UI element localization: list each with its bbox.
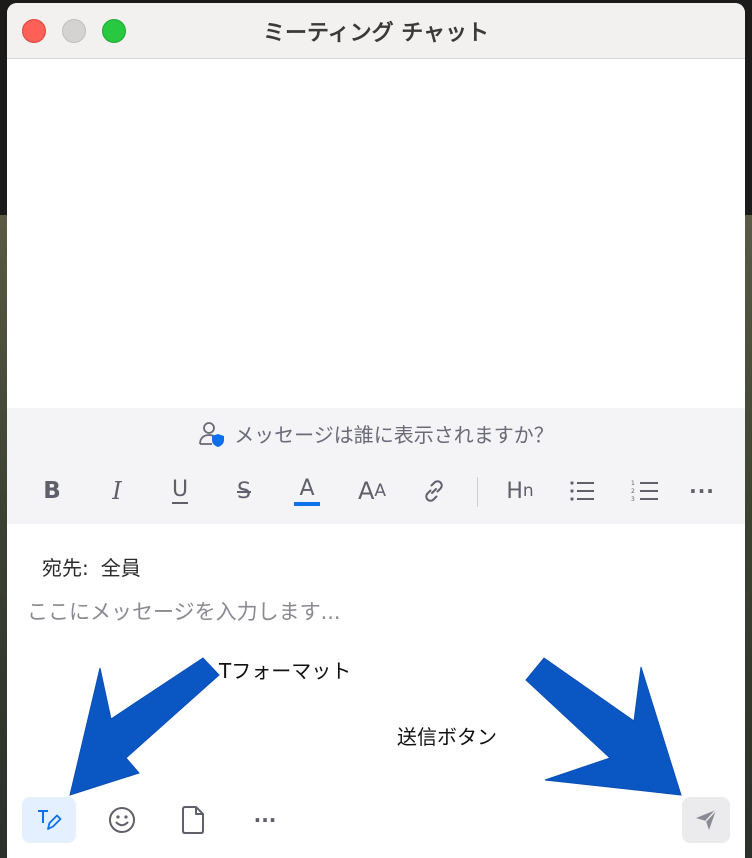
format-annotation-arrow	[69, 657, 220, 796]
strikethrough-button[interactable]: S	[227, 473, 261, 509]
underline-button[interactable]: U	[165, 473, 195, 509]
font-color-label: A	[299, 476, 315, 501]
visibility-info-text: メッセージは誰に表示されますか？	[234, 423, 554, 447]
italic-label: I	[112, 477, 122, 505]
message-input[interactable]	[27, 592, 717, 632]
format-toolbar: B I U S A AA Hn 1 2 3 ···	[7, 459, 745, 524]
more-options-button[interactable]: ···	[238, 797, 292, 843]
font-size-button[interactable]: AA	[352, 473, 392, 509]
recipient-line[interactable]: 宛先: 全員	[42, 552, 141, 581]
recipient-value: 全員	[100, 556, 141, 580]
bullet-list-button[interactable]	[567, 473, 597, 509]
person-shield-icon	[199, 421, 225, 447]
heading-main-label: H	[506, 478, 523, 504]
strikethrough-label: S	[237, 478, 251, 504]
text-format-toggle-button[interactable]	[22, 797, 76, 843]
svg-text:1: 1	[631, 480, 635, 487]
recipient-label: 宛先:	[42, 556, 89, 580]
emoji-button[interactable]	[95, 797, 149, 843]
format-annotation-label: Tフォーマット	[219, 659, 352, 683]
send-icon	[696, 809, 717, 830]
message-list[interactable]	[7, 60, 745, 408]
window-title: ミーティング チャット	[262, 21, 490, 46]
file-icon	[182, 806, 204, 834]
link-icon	[425, 480, 443, 502]
send-annotation-label: 送信ボタン	[397, 725, 497, 749]
numbered-list-button[interactable]: 1 2 3	[629, 473, 661, 509]
bold-label: B	[43, 478, 61, 504]
bottom-toolbar: ···	[7, 794, 745, 858]
svg-text:3: 3	[631, 496, 635, 503]
numbered-list-icon: 1 2 3	[631, 480, 658, 503]
bullet-list-icon	[570, 481, 594, 501]
send-annotation-arrow	[525, 657, 682, 796]
visibility-info-bar[interactable]: メッセージは誰に表示されますか？	[7, 408, 745, 459]
send-button[interactable]	[682, 797, 730, 843]
toolbar-divider	[477, 477, 478, 507]
heading-sub-label: n	[522, 481, 534, 501]
insert-link-button[interactable]	[419, 473, 449, 509]
italic-button[interactable]: I	[102, 473, 132, 509]
font-color-indicator	[294, 502, 320, 506]
more-format-options-button[interactable]: ···	[687, 473, 717, 509]
text-format-icon	[38, 810, 62, 830]
heading-button[interactable]: Hn	[500, 473, 540, 509]
svg-text:2: 2	[631, 488, 635, 495]
font-color-button[interactable]: A	[292, 473, 322, 509]
underline-label: U	[171, 477, 189, 504]
font-size-small-label: A	[374, 481, 387, 501]
title-bar[interactable]: ミーティング チャット	[7, 3, 745, 59]
attach-file-button[interactable]	[166, 797, 220, 843]
bold-button[interactable]: B	[37, 473, 67, 509]
emoji-icon	[109, 807, 135, 833]
more-options-label: ···	[253, 808, 277, 832]
font-size-big-label: A	[357, 477, 375, 505]
more-format-label: ···	[689, 479, 715, 503]
